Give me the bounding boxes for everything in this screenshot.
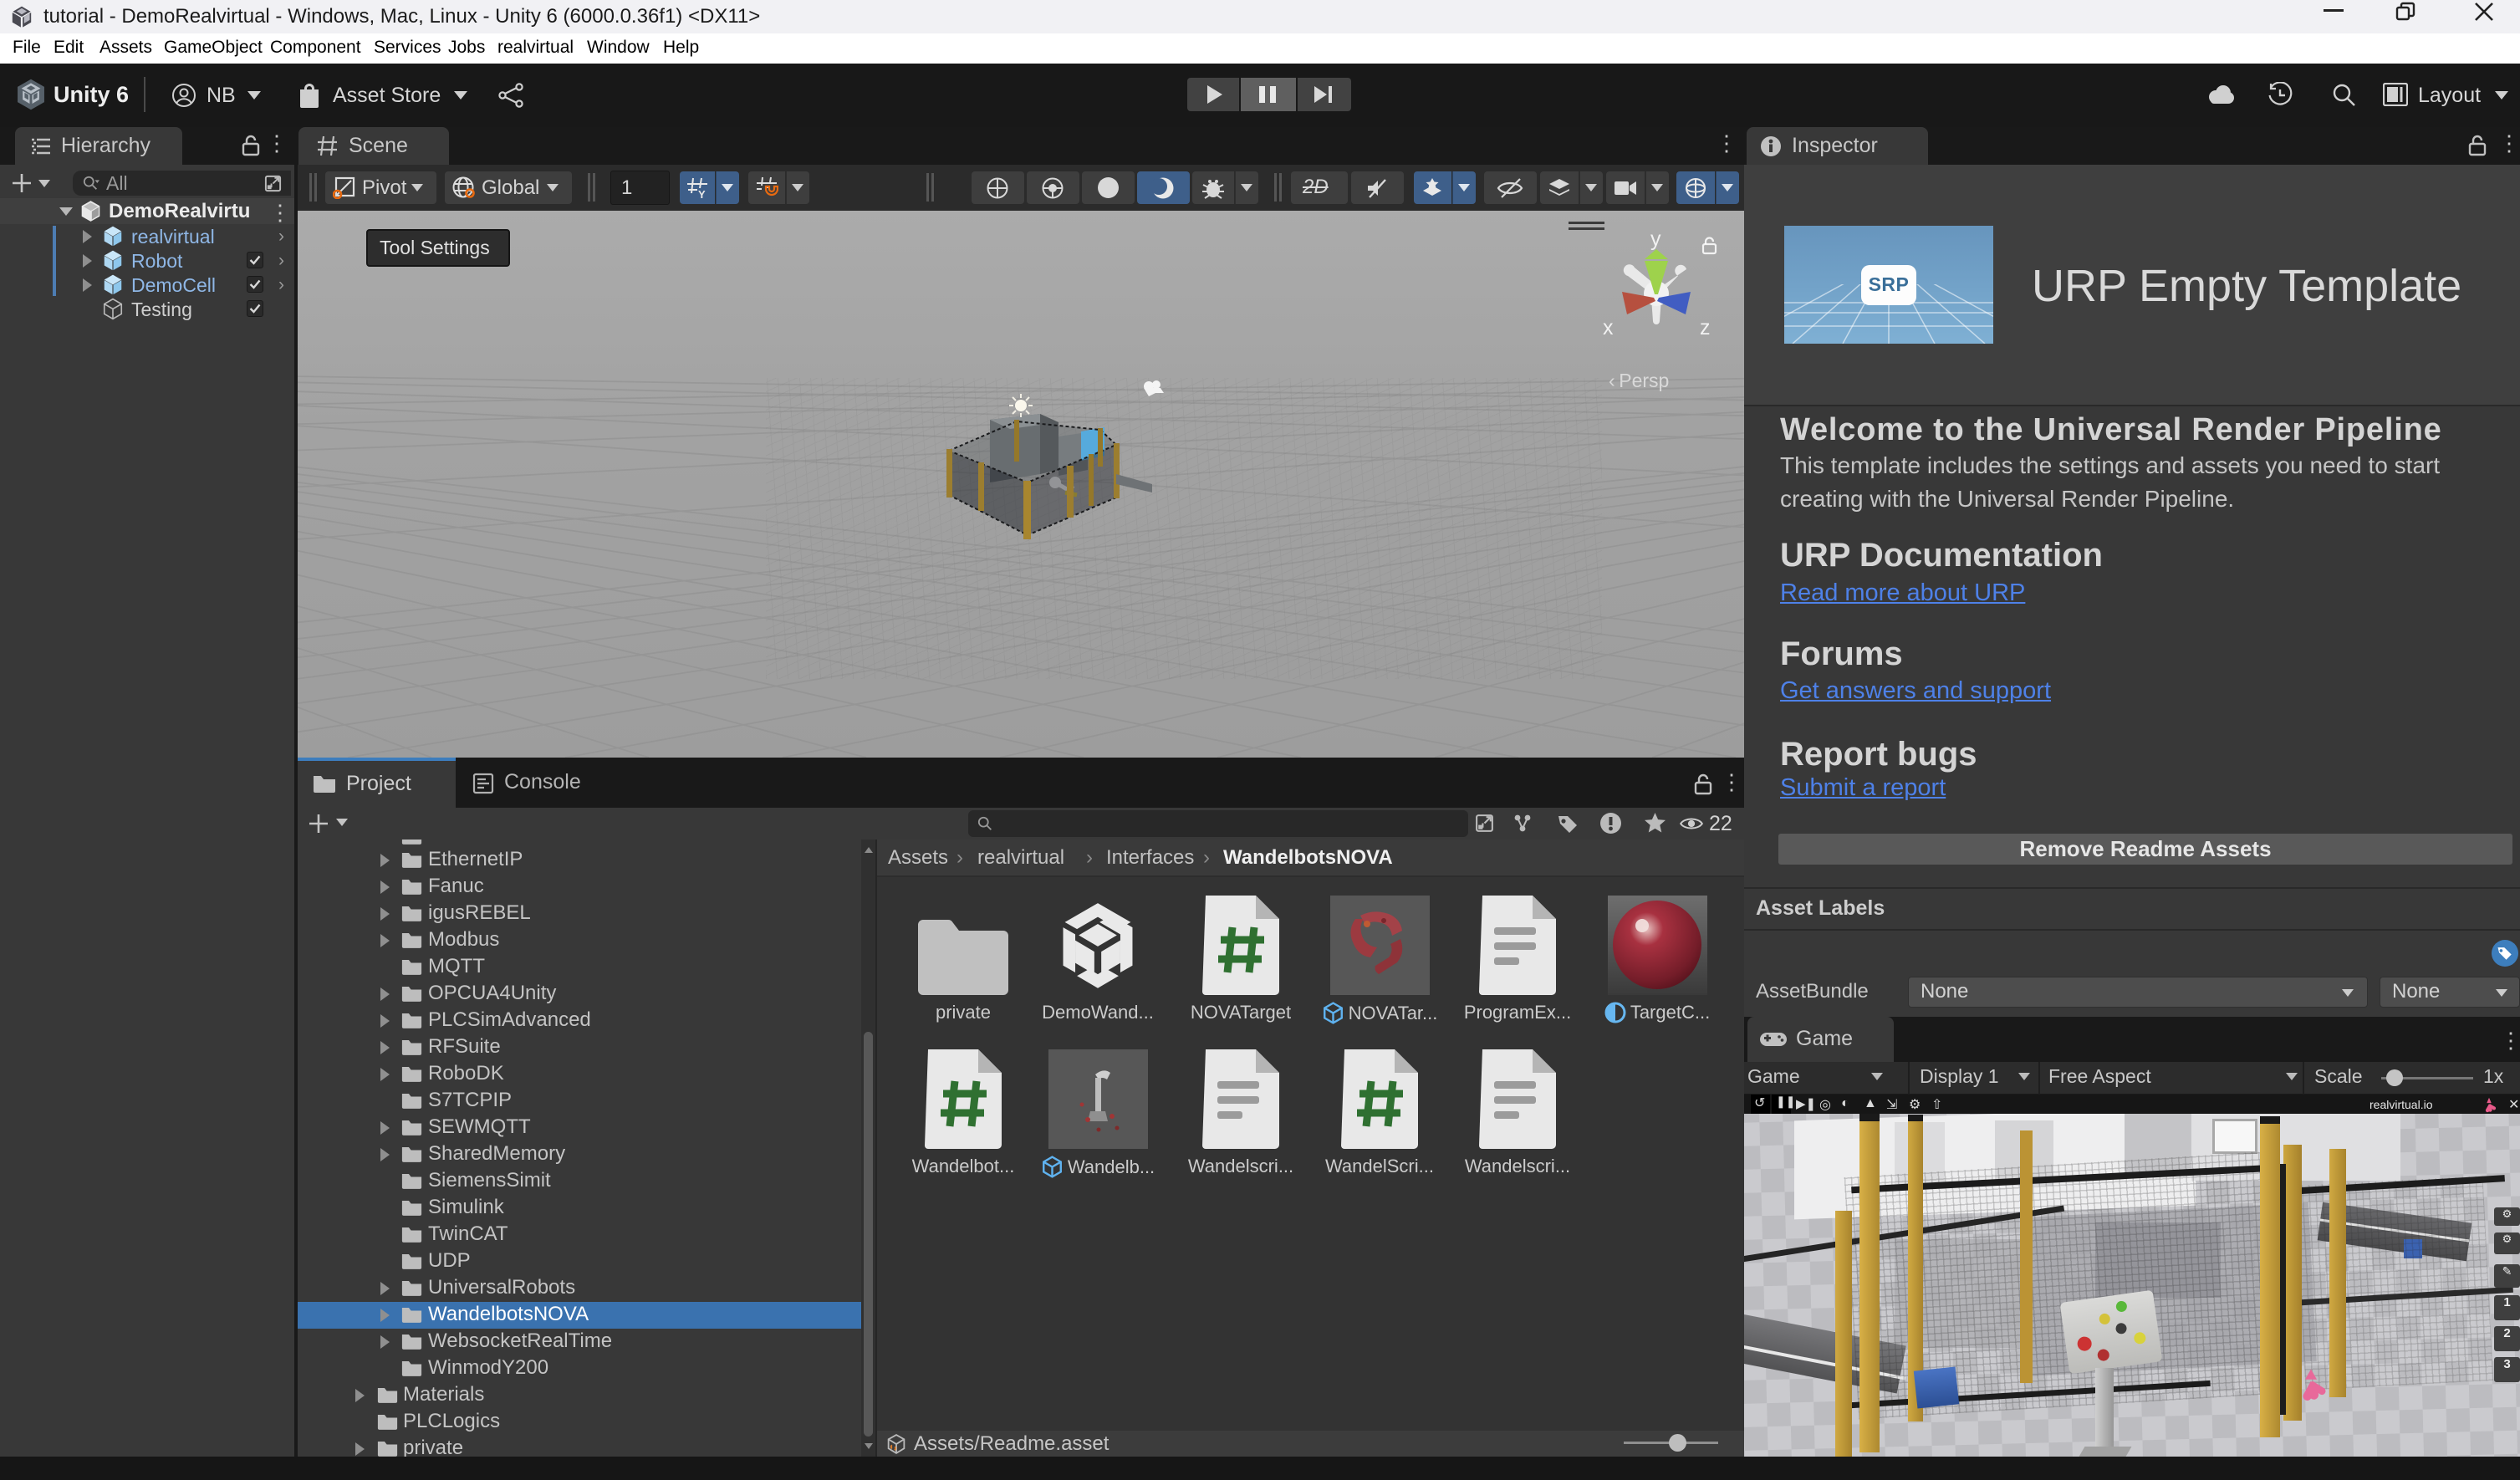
svg-text:y: y xyxy=(1650,227,1661,251)
svg-text:z: z xyxy=(1700,316,1711,339)
svg-text:x: x xyxy=(1603,316,1614,339)
svg-text:Y: Y xyxy=(698,188,706,200)
